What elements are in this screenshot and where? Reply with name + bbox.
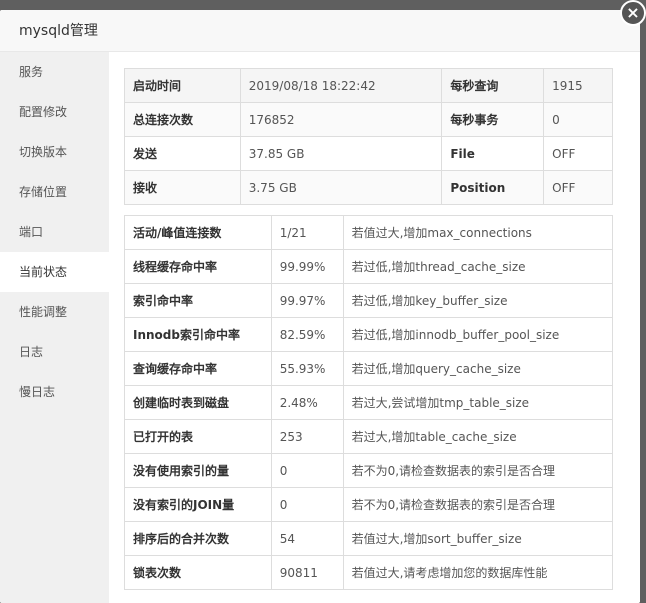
metric-advice: 若过大,增加table_cache_size	[342, 419, 614, 454]
metric-name: 查询缓存命中率	[124, 351, 272, 386]
sidebar-item-label: 当前状态	[19, 265, 68, 279]
metric-value: 54	[270, 521, 344, 556]
sidebar-item-label: 日志	[19, 345, 44, 359]
overview-value: 1915	[543, 68, 613, 103]
sidebar-item-storage[interactable]: 存储位置	[0, 172, 109, 212]
metric-name: Innodb索引命中率	[124, 317, 272, 352]
metric-name: 活动/峰值连接数	[124, 215, 272, 250]
overview-label: 启动时间	[124, 68, 241, 103]
table-row: 线程缓存命中率 99.99% 若过低,增加thread_cache_size	[124, 249, 614, 284]
sidebar-item-status[interactable]: 当前状态	[0, 252, 109, 292]
overview-label: 每秒事务	[441, 102, 545, 137]
metric-advice: 若过低,增加innodb_buffer_pool_size	[342, 317, 614, 352]
table-row: 没有索引的JOIN量 0 若不为0,请检查数据表的索引是否合理	[124, 487, 614, 522]
table-row: 没有使用索引的量 0 若不为0,请检查数据表的索引是否合理	[124, 453, 614, 488]
metric-value: 2.48%	[270, 385, 344, 420]
table-row: Innodb索引命中率 82.59% 若过低,增加innodb_buffer_poo…	[124, 317, 614, 352]
overview-value: OFF	[543, 170, 613, 205]
overview-label: Position	[441, 170, 545, 205]
sidebar-item-port[interactable]: 端口	[0, 212, 109, 252]
sidebar-item-log[interactable]: 日志	[0, 332, 109, 372]
sidebar-item-label: 性能调整	[19, 305, 68, 319]
metric-name: 没有使用索引的量	[124, 453, 272, 488]
metric-advice: 若不为0,请检查数据表的索引是否合理	[342, 453, 614, 488]
metric-value: 90811	[270, 555, 344, 590]
metric-advice: 若值过大,增加max_connections	[342, 215, 614, 250]
metric-name: 排序后的合并次数	[124, 521, 272, 556]
sidebar: 服务 配置修改 切换版本 存储位置 端口 当前状态 性能调整 日志 慢日志	[0, 52, 109, 603]
overview-label: 接收	[124, 170, 241, 205]
status-details-table: 活动/峰值连接数 1/21 若值过大,增加max_connections 线程缓存命…	[124, 215, 614, 590]
mysqld-dialog: mysqld管理 服务 配置修改 切换版本 存储位置 端口 当前状态 性能调整 …	[0, 10, 640, 603]
table-row: 接收 3.75 GB Position OFF	[124, 170, 613, 205]
overview-value: 3.75 GB	[239, 170, 443, 205]
metric-advice: 若值过大,增加sort_buffer_size	[342, 521, 614, 556]
metric-name: 没有索引的JOIN量	[124, 487, 272, 522]
sidebar-item-config[interactable]: 配置修改	[0, 92, 109, 132]
metric-value: 0	[270, 453, 344, 488]
close-icon: ×	[626, 3, 640, 22]
metric-advice: 若过低,增加thread_cache_size	[342, 249, 614, 284]
overview-label: 总连接次数	[124, 102, 241, 137]
overview-label: 每秒查询	[441, 68, 545, 103]
table-row: 已打开的表 253 若过大,增加table_cache_size	[124, 419, 614, 454]
overview-value: 37.85 GB	[239, 136, 443, 171]
sidebar-item-label: 配置修改	[19, 105, 68, 119]
metric-value: 253	[270, 419, 344, 454]
overview-label: 发送	[124, 136, 241, 171]
table-row: 启动时间 2019/08/18 18:22:42 每秒查询 1915	[124, 68, 613, 103]
metric-name: 创建临时表到磁盘	[124, 385, 272, 420]
metric-value: 0	[270, 487, 344, 522]
overview-value: 0	[543, 102, 613, 137]
sidebar-item-label: 慢日志	[19, 385, 56, 399]
sidebar-item-label: 端口	[19, 225, 44, 239]
metric-name: 线程缓存命中率	[124, 249, 272, 284]
metric-name: 锁表次数	[124, 555, 272, 590]
close-button[interactable]: ×	[620, 0, 646, 26]
metric-value: 82.59%	[270, 317, 344, 352]
sidebar-item-label: 服务	[19, 65, 44, 79]
metric-value: 99.97%	[270, 283, 344, 318]
table-row: 排序后的合并次数 54 若值过大,增加sort_buffer_size	[124, 521, 614, 556]
overview-value: OFF	[543, 136, 613, 171]
sidebar-item-performance[interactable]: 性能调整	[0, 292, 109, 332]
table-row: 查询缓存命中率 55.93% 若过低,增加query_cache_size	[124, 351, 614, 386]
sidebar-item-switch-version[interactable]: 切换版本	[0, 132, 109, 172]
table-row: 锁表次数 90811 若值过大,请考虑增加您的数据库性能	[124, 555, 614, 590]
metric-value: 1/21	[270, 215, 344, 250]
table-row: 创建临时表到磁盘 2.48% 若过大,尝试增加tmp_table_size	[124, 385, 614, 420]
metric-advice: 若过低,增加key_buffer_size	[342, 283, 614, 318]
status-overview-table: 启动时间 2019/08/18 18:22:42 每秒查询 1915 总连接次数…	[124, 68, 613, 205]
metric-name: 索引命中率	[124, 283, 272, 318]
table-row: 总连接次数 176852 每秒事务 0	[124, 102, 613, 137]
dialog-title: mysqld管理	[19, 23, 98, 39]
sidebar-item-label: 存储位置	[19, 185, 68, 199]
overview-label: File	[441, 136, 545, 171]
sidebar-item-slow-log[interactable]: 慢日志	[0, 372, 109, 412]
metric-value: 55.93%	[270, 351, 344, 386]
metric-advice: 若不为0,请检查数据表的索引是否合理	[342, 487, 614, 522]
sidebar-item-service[interactable]: 服务	[0, 52, 109, 92]
metric-name: 已打开的表	[124, 419, 272, 454]
sidebar-item-label: 切换版本	[19, 145, 68, 159]
status-panel: 启动时间 2019/08/18 18:22:42 每秒查询 1915 总连接次数…	[109, 52, 640, 603]
dialog-titlebar: mysqld管理	[0, 10, 640, 52]
metric-advice: 若值过大,请考虑增加您的数据库性能	[342, 555, 614, 590]
overview-value: 176852	[239, 102, 443, 137]
table-row: 发送 37.85 GB File OFF	[124, 136, 613, 171]
overview-value: 2019/08/18 18:22:42	[239, 68, 443, 103]
table-row: 索引命中率 99.97% 若过低,增加key_buffer_size	[124, 283, 614, 318]
metric-advice: 若过低,增加query_cache_size	[342, 351, 614, 386]
table-row: 活动/峰值连接数 1/21 若值过大,增加max_connections	[124, 215, 614, 250]
metric-advice: 若过大,尝试增加tmp_table_size	[342, 385, 614, 420]
metric-value: 99.99%	[270, 249, 344, 284]
